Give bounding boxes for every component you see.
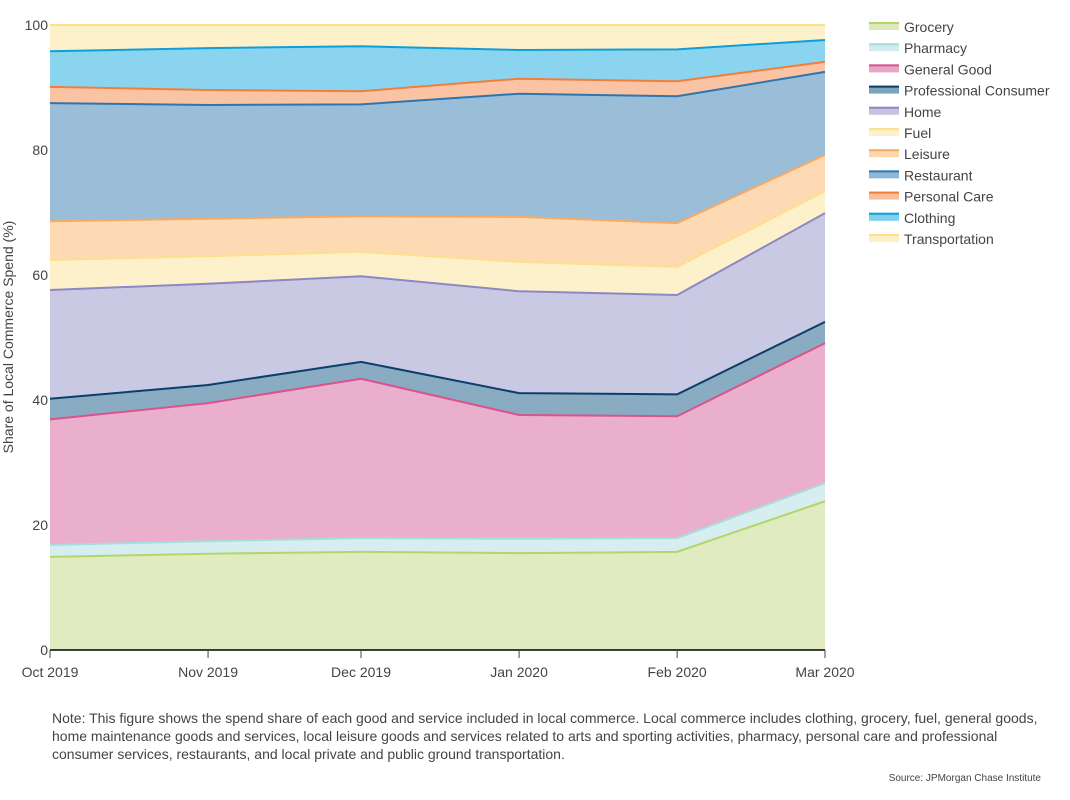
legend: Grocery Pharmacy General Good Professional …: [869, 19, 1050, 247]
x-tick-label: Dec 2019: [331, 664, 391, 680]
legend-label: Transportation: [904, 231, 994, 247]
legend-label: Pharmacy: [904, 40, 967, 56]
area-layers: [50, 25, 825, 650]
figure-note: Note: This figure shows the spend share …: [52, 710, 1038, 762]
legend-item[interactable]: Transportation: [869, 231, 994, 247]
stacked-area-chart: Oct 2019 Nov 2019 Dec 2019 Jan 2020 Feb 2020…: [0, 17, 1050, 680]
x-tick-label: Feb 2020: [648, 664, 707, 680]
legend-item[interactable]: Fuel: [869, 125, 931, 141]
legend-label: Clothing: [904, 210, 955, 226]
legend-label: General Good: [904, 61, 992, 77]
legend-item[interactable]: Home: [869, 104, 942, 120]
source-credit: Source: JPMorgan Chase Institute: [888, 773, 1041, 784]
y-tick-label: 60: [32, 267, 48, 283]
y-tick-label: 0: [40, 642, 48, 658]
x-tick-label: Nov 2019: [178, 664, 238, 680]
legend-label: Professional Consumer: [904, 83, 1050, 99]
legend-label: Restaurant: [904, 167, 973, 183]
legend-label: Personal Care: [904, 189, 994, 205]
legend-label: Fuel: [904, 125, 931, 141]
legend-item[interactable]: Clothing: [869, 210, 955, 226]
y-tick-label: 80: [32, 142, 48, 158]
x-tick-label: Mar 2020: [795, 664, 854, 680]
y-tick-label: 40: [32, 392, 48, 408]
legend-label: Home: [904, 104, 942, 120]
legend-item[interactable]: Leisure: [869, 146, 950, 162]
legend-item[interactable]: Restaurant: [869, 167, 973, 183]
legend-item[interactable]: Personal Care: [869, 189, 994, 205]
legend-item[interactable]: General Good: [869, 61, 992, 77]
legend-item[interactable]: Pharmacy: [869, 40, 967, 56]
y-tick-label: 20: [32, 517, 48, 533]
legend-item[interactable]: Professional Consumer: [869, 83, 1050, 99]
y-axis-label: Share of Local Commerce Spend (%): [0, 221, 16, 454]
x-tick-label: Oct 2019: [22, 664, 79, 680]
legend-label: Grocery: [904, 19, 954, 35]
legend-item[interactable]: Grocery: [869, 19, 954, 35]
legend-label: Leisure: [904, 146, 950, 162]
x-tick-label: Jan 2020: [490, 664, 548, 680]
y-tick-label: 100: [25, 17, 49, 33]
